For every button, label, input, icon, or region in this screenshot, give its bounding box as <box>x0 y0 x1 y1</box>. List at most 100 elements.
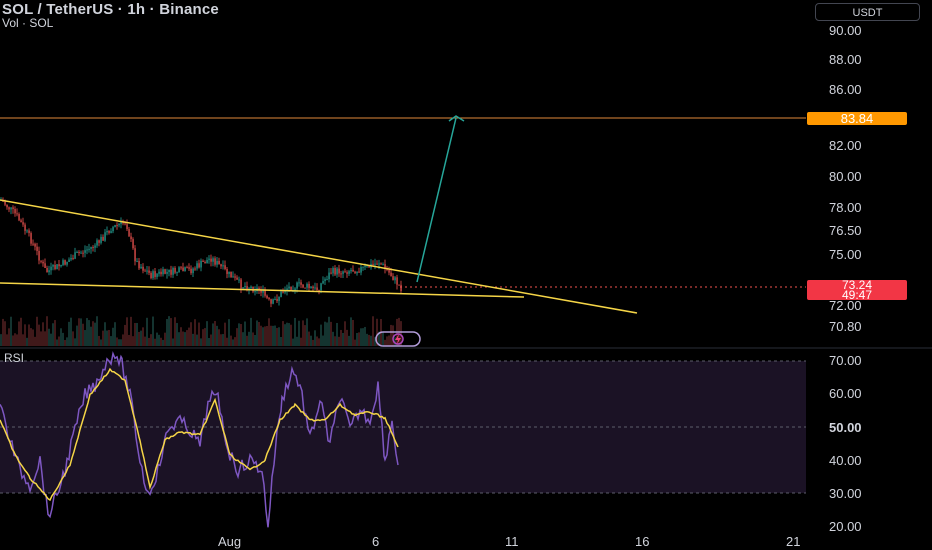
volume-bar <box>0 334 2 346</box>
volume-bar <box>368 334 370 346</box>
chart-canvas[interactable] <box>0 0 932 550</box>
candle-body <box>34 243 36 247</box>
candle-body <box>112 227 114 232</box>
volume-bar <box>294 317 296 346</box>
last-price-tag[interactable]: 73.24 49:47 <box>807 279 907 301</box>
candle-body <box>102 236 104 241</box>
candle-body <box>36 246 38 251</box>
volume-bar <box>112 327 114 346</box>
volume-bar <box>384 339 386 346</box>
projection-arrow[interactable] <box>416 117 457 283</box>
currency-button[interactable]: USDT <box>815 3 920 21</box>
candle-body <box>70 257 72 260</box>
volume-bar <box>292 338 294 346</box>
volume-bar <box>206 321 208 346</box>
volume-bar <box>390 324 392 346</box>
volume-bar <box>222 334 224 346</box>
volume-bar <box>174 317 176 346</box>
rsi-legend[interactable]: RSI <box>4 351 24 365</box>
target-price-tag[interactable]: 83.84 <box>807 112 907 125</box>
candle-body <box>222 265 224 267</box>
candle-body <box>332 267 334 274</box>
volume-bar <box>296 336 298 346</box>
volume-bar <box>116 337 118 346</box>
volume-bar <box>44 331 46 346</box>
volume-bar <box>340 329 342 346</box>
candle-body <box>32 243 34 245</box>
volume-bar <box>32 329 34 346</box>
candle-body <box>394 277 396 281</box>
candle-body <box>26 230 28 232</box>
volume-bar <box>106 330 108 346</box>
candle-body <box>244 286 246 288</box>
volume-bar <box>344 321 346 346</box>
time-axis-label: 21 <box>786 534 801 549</box>
candle-body <box>76 251 78 253</box>
volume-bar <box>312 339 314 346</box>
candle-body <box>42 261 44 264</box>
volume-bar <box>62 332 64 346</box>
time-axis-label: 6 <box>372 534 380 549</box>
volume-bar <box>164 332 166 346</box>
volume-bar <box>4 321 6 346</box>
volume-bar <box>136 322 138 346</box>
rsi-axis-label: 60.00 <box>829 386 862 401</box>
volume-bar <box>370 335 372 346</box>
volume-bar <box>228 319 230 346</box>
candle-body <box>206 259 208 264</box>
candle-body <box>334 267 336 275</box>
candle-body <box>106 230 108 233</box>
candle-body <box>138 261 140 269</box>
price-axis-label: 70.80 <box>829 319 862 334</box>
volume-bar <box>168 316 170 346</box>
candle-body <box>390 272 392 277</box>
volume-bar <box>284 324 286 346</box>
volume-bar <box>68 321 70 346</box>
candle-body <box>44 263 46 269</box>
candle-body <box>30 233 32 244</box>
candle-body <box>310 286 312 289</box>
volume-bar <box>208 337 210 346</box>
lower-trendline[interactable] <box>0 282 525 298</box>
candle-body <box>302 284 304 288</box>
candle-body <box>170 269 172 275</box>
candle-body <box>342 271 344 274</box>
volume-bar <box>366 333 368 346</box>
volume-bar <box>114 322 116 346</box>
candle-body <box>142 266 144 271</box>
volume-bar <box>16 334 18 346</box>
volume-bar <box>200 338 202 346</box>
volume-legend[interactable]: Vol · SOL <box>2 16 53 30</box>
candle-body <box>208 258 210 260</box>
candle-body <box>328 272 330 280</box>
volume-bar <box>336 322 338 346</box>
candle-body <box>168 269 170 273</box>
volume-bar <box>334 336 336 346</box>
volume-bar <box>372 316 374 346</box>
candle-body <box>396 277 398 285</box>
volume-bar <box>122 334 124 346</box>
volume-bar <box>182 331 184 346</box>
candle-body <box>212 258 214 262</box>
volume-bar <box>78 318 80 346</box>
time-axis-label: Aug <box>218 534 242 549</box>
candle-body <box>188 267 190 269</box>
candle-body <box>358 271 360 273</box>
price-axis-label: 76.50 <box>829 223 862 238</box>
volume-bar <box>76 325 78 346</box>
volume-bar <box>230 335 232 346</box>
volume-bar <box>40 331 42 346</box>
volume-bar <box>382 332 384 346</box>
candle-body <box>254 291 256 293</box>
volume-bar <box>26 337 28 346</box>
volume-bar <box>262 327 264 346</box>
upper-trendline[interactable] <box>0 199 638 314</box>
candle-body <box>50 266 52 271</box>
candle-body <box>388 270 390 273</box>
candle-body <box>298 282 300 284</box>
volume-bar <box>28 324 30 346</box>
volume-bar <box>130 316 132 346</box>
candle-body <box>182 267 184 272</box>
candle-body <box>234 276 236 278</box>
volume-bar <box>88 320 90 346</box>
